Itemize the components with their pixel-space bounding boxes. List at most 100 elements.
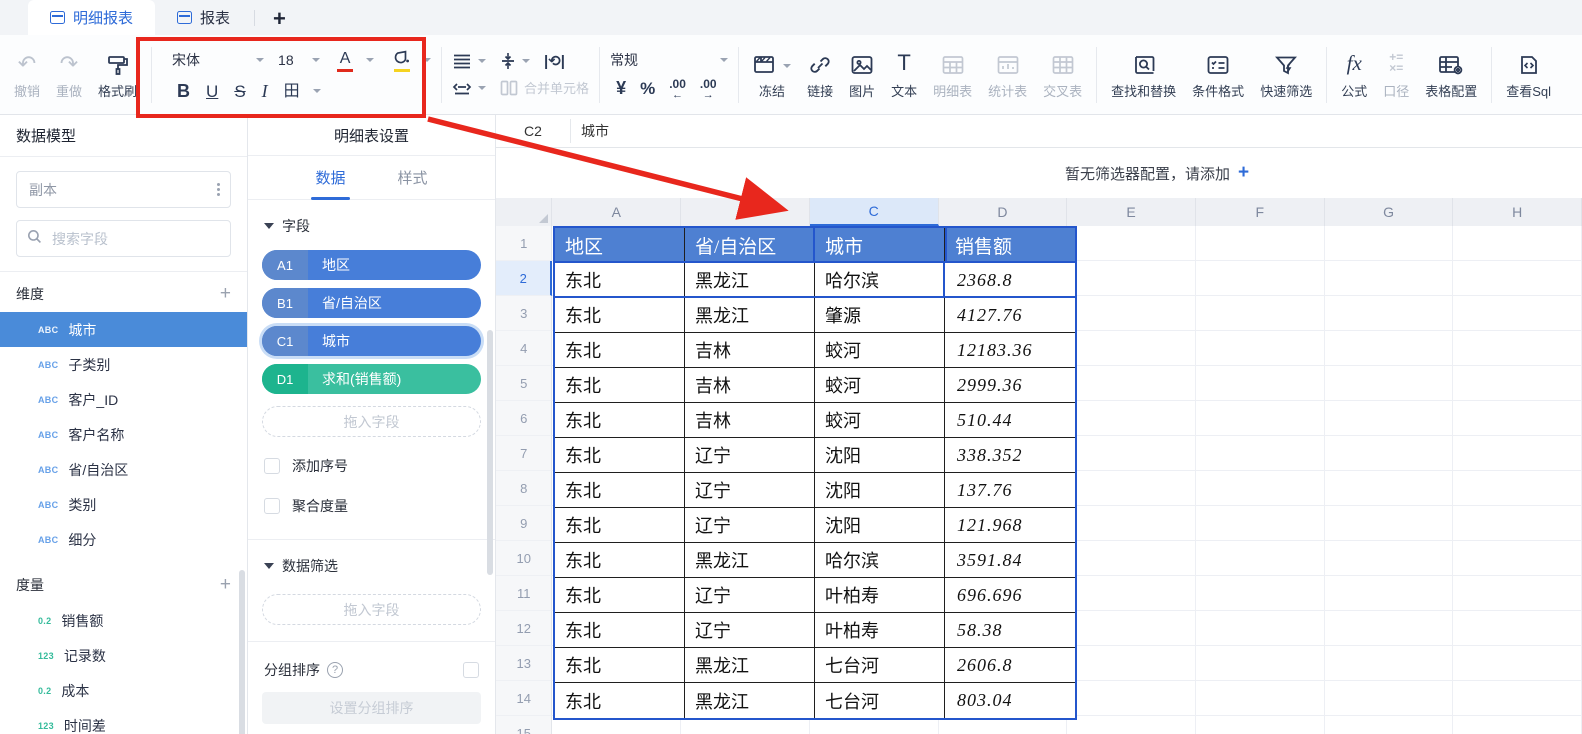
cell-name-box[interactable]: C2 xyxy=(496,115,570,147)
cell-G13[interactable] xyxy=(1325,646,1454,681)
row-header-5[interactable]: 5 xyxy=(496,366,552,401)
link-button[interactable]: 链接 xyxy=(799,50,841,100)
stats-table-button[interactable]: 统计表 xyxy=(980,50,1035,100)
row-header-9[interactable]: 9 xyxy=(496,506,552,541)
cell-G14[interactable] xyxy=(1325,681,1454,716)
model-select[interactable]: 副本 xyxy=(16,171,231,208)
table-cell[interactable]: 哈尔滨 xyxy=(815,263,945,298)
cell-E13[interactable] xyxy=(1067,646,1196,681)
cell-F6[interactable] xyxy=(1196,401,1325,436)
table-header-cell[interactable]: 销售额 xyxy=(945,228,1075,263)
cell-G11[interactable] xyxy=(1325,576,1454,611)
formula-input[interactable]: 城市 xyxy=(571,115,1582,147)
help-icon[interactable]: ? xyxy=(327,662,343,678)
column-header-G[interactable]: G xyxy=(1325,198,1454,226)
cell-E9[interactable] xyxy=(1067,506,1196,541)
cell-F7[interactable] xyxy=(1196,436,1325,471)
freeze-dropdown[interactable] xyxy=(783,64,791,68)
cell-H9[interactable] xyxy=(1453,506,1582,541)
cell-E7[interactable] xyxy=(1067,436,1196,471)
cell-H15[interactable] xyxy=(1453,716,1582,734)
cell-G4[interactable] xyxy=(1325,331,1454,366)
table-cell[interactable]: 121.968 xyxy=(945,508,1075,543)
cell-H4[interactable] xyxy=(1453,331,1582,366)
checkbox[interactable] xyxy=(264,498,280,514)
field-drop-zone[interactable]: 拖入字段 xyxy=(262,406,481,437)
kebab-menu-icon[interactable] xyxy=(217,183,220,196)
borders-dropdown[interactable] xyxy=(313,89,321,93)
panel-scrollbar[interactable] xyxy=(487,330,493,575)
cell-E3[interactable] xyxy=(1067,296,1196,331)
table-cell[interactable]: 哈尔滨 xyxy=(815,543,945,578)
column-header-B[interactable]: B xyxy=(681,198,810,226)
horizontal-align-icon[interactable] xyxy=(452,53,472,69)
column-header-D[interactable]: D xyxy=(939,198,1068,226)
cell-E8[interactable] xyxy=(1067,471,1196,506)
formula-button[interactable]: fx 公式 xyxy=(1333,50,1375,100)
column-header-E[interactable]: E xyxy=(1067,198,1196,226)
percent-button[interactable]: % xyxy=(634,82,661,95)
table-cell[interactable]: 东北 xyxy=(555,298,685,333)
table-cell[interactable]: 东北 xyxy=(555,263,685,298)
sidebar-item-dimension[interactable]: ABC细分 xyxy=(0,522,247,557)
checkbox[interactable] xyxy=(264,458,280,474)
table-cell[interactable]: 803.04 xyxy=(945,683,1075,718)
font-family-select[interactable]: 宋体 xyxy=(170,50,266,70)
table-cell[interactable]: 肇源 xyxy=(815,298,945,333)
cell-H6[interactable] xyxy=(1453,401,1582,436)
cell-H14[interactable] xyxy=(1453,681,1582,716)
cell-F13[interactable] xyxy=(1196,646,1325,681)
table-cell[interactable]: 七台河 xyxy=(815,648,945,683)
table-cell[interactable]: 叶柏寿 xyxy=(815,613,945,648)
table-cell[interactable]: 东北 xyxy=(555,683,685,718)
strikethrough-button[interactable]: S xyxy=(227,81,252,102)
table-cell[interactable]: 沈阳 xyxy=(815,508,945,543)
cell-G1[interactable] xyxy=(1325,226,1454,261)
table-cell[interactable]: 辽宁 xyxy=(685,613,815,648)
add-measure-button[interactable]: + xyxy=(220,576,231,594)
row-header-4[interactable]: 4 xyxy=(496,331,552,366)
table-cell[interactable]: 58.38 xyxy=(945,613,1075,648)
table-cell[interactable]: 东北 xyxy=(555,613,685,648)
cell-F1[interactable] xyxy=(1196,226,1325,261)
cell-H5[interactable] xyxy=(1453,366,1582,401)
set-group-sort-button[interactable]: 设置分组排序 xyxy=(262,692,481,724)
document-tab[interactable]: 报表 xyxy=(155,0,252,35)
add-filter-button[interactable]: + xyxy=(1238,162,1249,184)
cell-E15[interactable] xyxy=(1067,716,1196,734)
table-header-cell[interactable]: 地区 xyxy=(555,228,685,263)
table-cell[interactable]: 黑龙江 xyxy=(685,263,815,298)
image-button[interactable]: 图片 xyxy=(841,50,883,100)
font-color-dropdown[interactable] xyxy=(366,58,374,62)
sidebar-item-measure[interactable]: 123记录数 xyxy=(0,638,247,673)
table-cell[interactable]: 12183.36 xyxy=(945,333,1075,368)
row-header-3[interactable]: 3 xyxy=(496,296,552,331)
cell-E1[interactable] xyxy=(1067,226,1196,261)
table-cell[interactable]: 东北 xyxy=(555,333,685,368)
format-painter-button[interactable]: 格式刷 xyxy=(90,50,145,100)
cell-E11[interactable] xyxy=(1067,576,1196,611)
cell-H7[interactable] xyxy=(1453,436,1582,471)
table-cell[interactable]: 沈阳 xyxy=(815,473,945,508)
column-header-F[interactable]: F xyxy=(1196,198,1325,226)
underline-button[interactable]: U xyxy=(199,81,225,102)
cell-H3[interactable] xyxy=(1453,296,1582,331)
redo-button[interactable]: ↷ 重做 xyxy=(48,50,90,100)
number-format-select[interactable]: 常规 xyxy=(610,50,728,70)
table-cell[interactable]: 黑龙江 xyxy=(685,543,815,578)
table-cell[interactable]: 338.352 xyxy=(945,438,1075,473)
fill-color-button[interactable] xyxy=(386,48,417,73)
vertical-align-icon[interactable] xyxy=(500,52,516,70)
cell-F14[interactable] xyxy=(1196,681,1325,716)
cell-G2[interactable] xyxy=(1325,261,1454,296)
table-header-cell[interactable]: 省/自治区 xyxy=(685,228,815,263)
table-cell[interactable]: 2999.36 xyxy=(945,368,1075,403)
table-cell[interactable]: 137.76 xyxy=(945,473,1075,508)
cell-G5[interactable] xyxy=(1325,366,1454,401)
table-cell[interactable]: 辽宁 xyxy=(685,438,815,473)
row-header-13[interactable]: 13 xyxy=(496,646,552,681)
column-header-H[interactable]: H xyxy=(1453,198,1582,226)
sidebar-scrollbar[interactable] xyxy=(239,570,245,734)
cell-G9[interactable] xyxy=(1325,506,1454,541)
text-button[interactable]: T 文本 xyxy=(883,50,925,100)
